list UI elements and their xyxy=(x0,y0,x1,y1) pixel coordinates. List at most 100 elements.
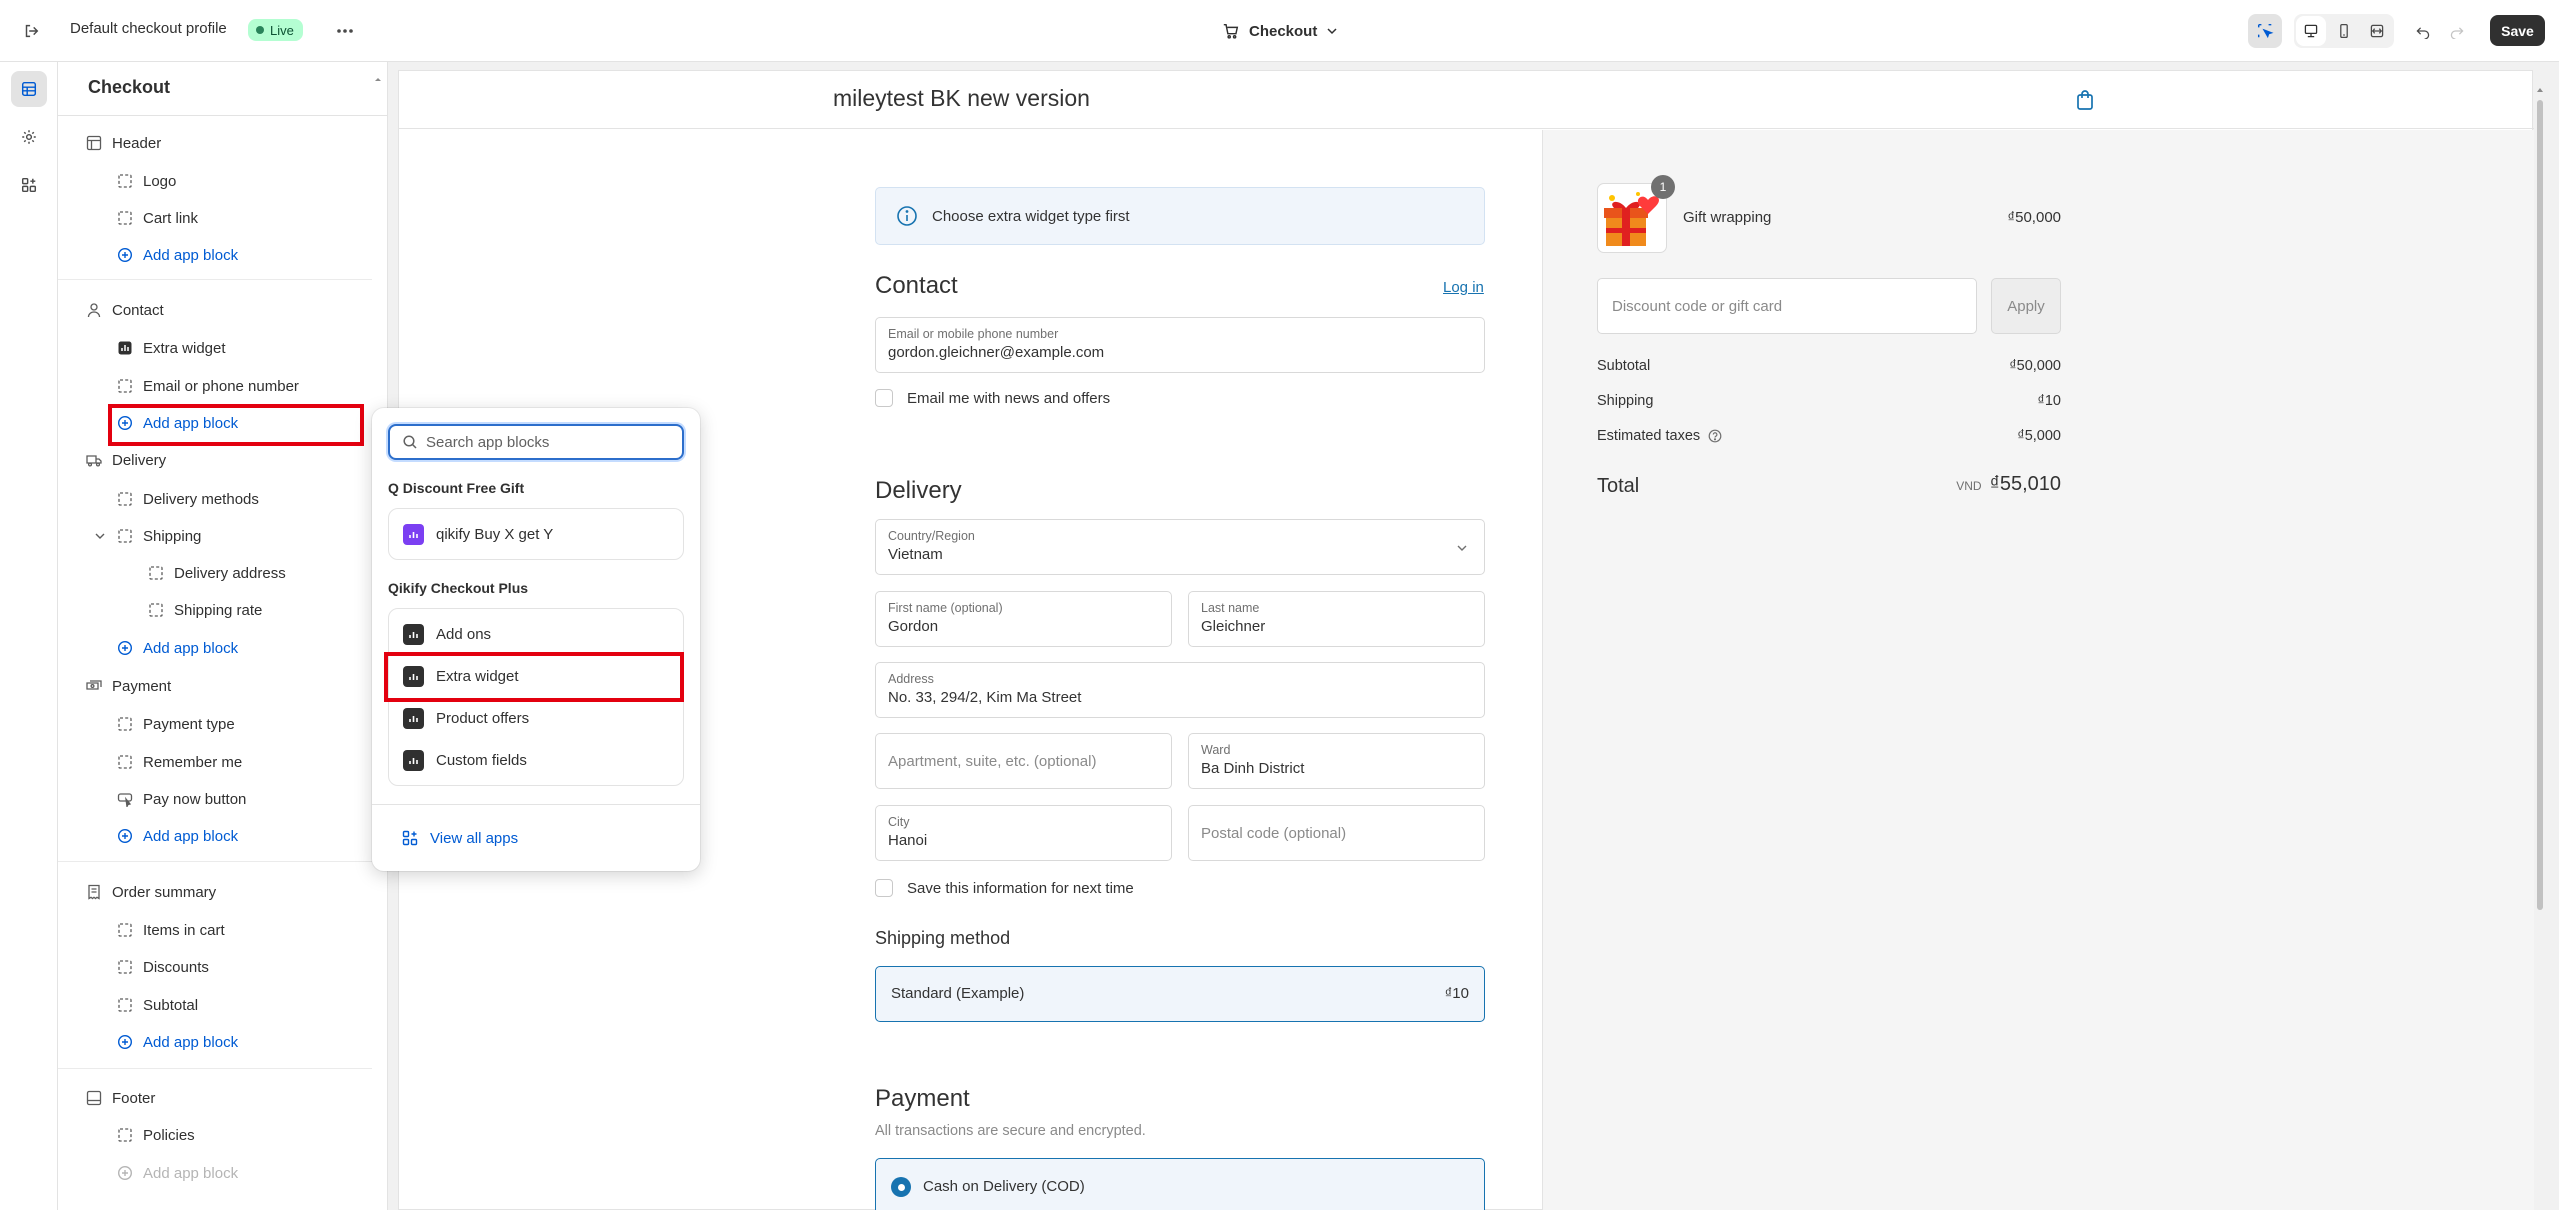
block-pay-now-button[interactable]: Pay now button xyxy=(117,788,246,810)
apps-icon[interactable] xyxy=(11,167,47,203)
last-name-field[interactable]: Last name Gleichner xyxy=(1188,591,1485,647)
total-amount: VND ₫55,010 xyxy=(1956,473,2061,495)
block-shipping[interactable]: Shipping xyxy=(94,525,201,547)
highlight-box xyxy=(384,652,684,702)
full-width-icon[interactable] xyxy=(2362,16,2392,46)
email-field[interactable]: Email or mobile phone number gordon.glei… xyxy=(875,317,1485,373)
block-shipping-rate[interactable]: Shipping rate xyxy=(148,599,262,621)
discount-code-input[interactable]: Discount code or gift card xyxy=(1597,278,1977,334)
block-extra-widget[interactable]: Extra widget xyxy=(117,337,226,359)
city-field[interactable]: City Hanoi xyxy=(875,805,1172,861)
settings-gear-icon[interactable] xyxy=(11,119,47,155)
newsletter-checkbox[interactable]: Email me with news and offers xyxy=(875,389,1110,407)
info-icon xyxy=(897,206,917,226)
truck-icon xyxy=(86,455,102,467)
section-header[interactable]: Header xyxy=(86,132,161,154)
chevron-down-icon[interactable] xyxy=(94,530,106,542)
exit-icon[interactable] xyxy=(16,16,46,46)
search-input[interactable] xyxy=(426,433,666,451)
radio-selected[interactable] xyxy=(891,1177,911,1197)
block-subtotal[interactable]: Subtotal xyxy=(117,994,198,1016)
page-selector[interactable]: Checkout xyxy=(1222,18,1338,44)
cart-icon xyxy=(1223,23,1239,39)
block-discounts[interactable]: Discounts xyxy=(117,956,209,978)
app-block-custom-fields[interactable]: Custom fields xyxy=(403,749,527,771)
block-remember-me[interactable]: Remember me xyxy=(117,751,242,773)
section-order-summary[interactable]: Order summary xyxy=(86,881,216,903)
country-select[interactable]: Country/Region Vietnam xyxy=(875,519,1485,575)
apartment-field[interactable]: Apartment, suite, etc. (optional) xyxy=(875,733,1172,789)
scroll-up-arrow-icon[interactable] xyxy=(374,74,382,88)
view-all-apps-link[interactable]: View all apps xyxy=(402,827,518,849)
mobile-icon[interactable] xyxy=(2329,16,2359,46)
block-frame-icon xyxy=(118,174,132,188)
block-frame-icon xyxy=(118,492,132,506)
app-block-popover: Q Discount Free Gift qikify Buy X get Y … xyxy=(372,408,700,871)
block-cart-link[interactable]: Cart link xyxy=(117,207,198,229)
inspector-icon[interactable] xyxy=(2248,14,2282,48)
chevron-down-icon xyxy=(1327,28,1337,35)
chevron-down-icon xyxy=(1457,545,1467,551)
add-app-block-order-summary[interactable]: Add app block xyxy=(117,1031,238,1053)
section-contact[interactable]: Contact xyxy=(86,299,164,321)
checkout-preview: mileytest BK new version Choose extra wi… xyxy=(398,70,2534,1210)
divider xyxy=(58,1068,372,1069)
checkbox[interactable] xyxy=(875,389,893,407)
help-circle-icon[interactable] xyxy=(1708,429,1722,443)
more-actions-icon[interactable] xyxy=(330,16,360,46)
section-delivery[interactable]: Delivery xyxy=(86,449,166,471)
taxes-value: ₫5,000 xyxy=(2017,428,2061,444)
address-field[interactable]: Address No. 33, 294/2, Kim Ma Street xyxy=(875,662,1485,718)
first-name-field[interactable]: First name (optional) Gordon xyxy=(875,591,1172,647)
delivery-heading: Delivery xyxy=(875,477,962,504)
redo-icon[interactable] xyxy=(2442,16,2472,46)
app-block-product-offers[interactable]: Product offers xyxy=(403,707,529,729)
plus-circle-icon xyxy=(117,1034,133,1050)
desktop-icon[interactable] xyxy=(2296,16,2326,46)
section-footer[interactable]: Footer xyxy=(86,1087,155,1109)
shopping-bag-icon[interactable] xyxy=(2075,89,2095,111)
block-frame-icon xyxy=(118,529,132,543)
contact-heading: Contact xyxy=(875,272,958,299)
block-frame-icon xyxy=(118,379,132,393)
section-payment[interactable]: Payment xyxy=(86,675,171,697)
live-badge: Live xyxy=(248,19,303,41)
preview-scrollbar[interactable] xyxy=(2534,84,2546,914)
payment-subtitle: All transactions are secure and encrypte… xyxy=(875,1123,1146,1139)
shipping-method-heading: Shipping method xyxy=(875,928,1011,948)
payment-option-cod[interactable]: Cash on Delivery (COD) xyxy=(875,1158,1485,1210)
block-policies[interactable]: Policies xyxy=(117,1124,195,1146)
block-delivery-methods[interactable]: Delivery methods xyxy=(117,488,259,510)
block-frame-icon xyxy=(149,603,163,617)
add-app-block-payment[interactable]: Add app block xyxy=(117,825,238,847)
divider xyxy=(372,804,700,805)
app-block-qikify-buy-x-get-y[interactable]: qikify Buy X get Y xyxy=(403,523,553,545)
save-info-checkbox[interactable]: Save this information for next time xyxy=(875,879,1134,897)
ward-field[interactable]: Ward Ba Dinh District xyxy=(1188,733,1485,789)
block-delivery-address[interactable]: Delivery address xyxy=(148,562,286,584)
add-app-block-delivery[interactable]: Add app block xyxy=(117,637,238,659)
search-app-blocks-field[interactable] xyxy=(388,424,684,460)
left-rail xyxy=(0,62,58,1210)
sections-icon[interactable] xyxy=(11,71,47,107)
login-link[interactable]: Log in xyxy=(1443,279,1484,296)
plus-circle-icon xyxy=(117,1165,133,1181)
store-header: mileytest BK new version xyxy=(399,71,2534,129)
app-block-add-ons[interactable]: Add ons xyxy=(403,623,491,645)
total-label: Total xyxy=(1597,475,1640,497)
plus-circle-icon xyxy=(117,828,133,844)
add-app-block-header[interactable]: Add app block xyxy=(117,244,238,266)
group-card: qikify Buy X get Y xyxy=(388,508,684,560)
apply-discount-button[interactable]: Apply xyxy=(1991,278,2061,334)
block-logo[interactable]: Logo xyxy=(117,170,176,192)
block-payment-type[interactable]: Payment type xyxy=(117,713,235,735)
shipping-option[interactable]: Standard (Example) ₫10 xyxy=(875,966,1485,1022)
search-icon xyxy=(403,435,417,449)
undo-icon[interactable] xyxy=(2408,16,2438,46)
plus-circle-icon xyxy=(117,640,133,656)
checkbox[interactable] xyxy=(875,879,893,897)
block-items-in-cart[interactable]: Items in cart xyxy=(117,919,225,941)
save-button[interactable]: Save xyxy=(2490,15,2545,46)
block-email-phone[interactable]: Email or phone number xyxy=(117,375,299,397)
postal-code-field[interactable]: Postal code (optional) xyxy=(1188,805,1485,861)
